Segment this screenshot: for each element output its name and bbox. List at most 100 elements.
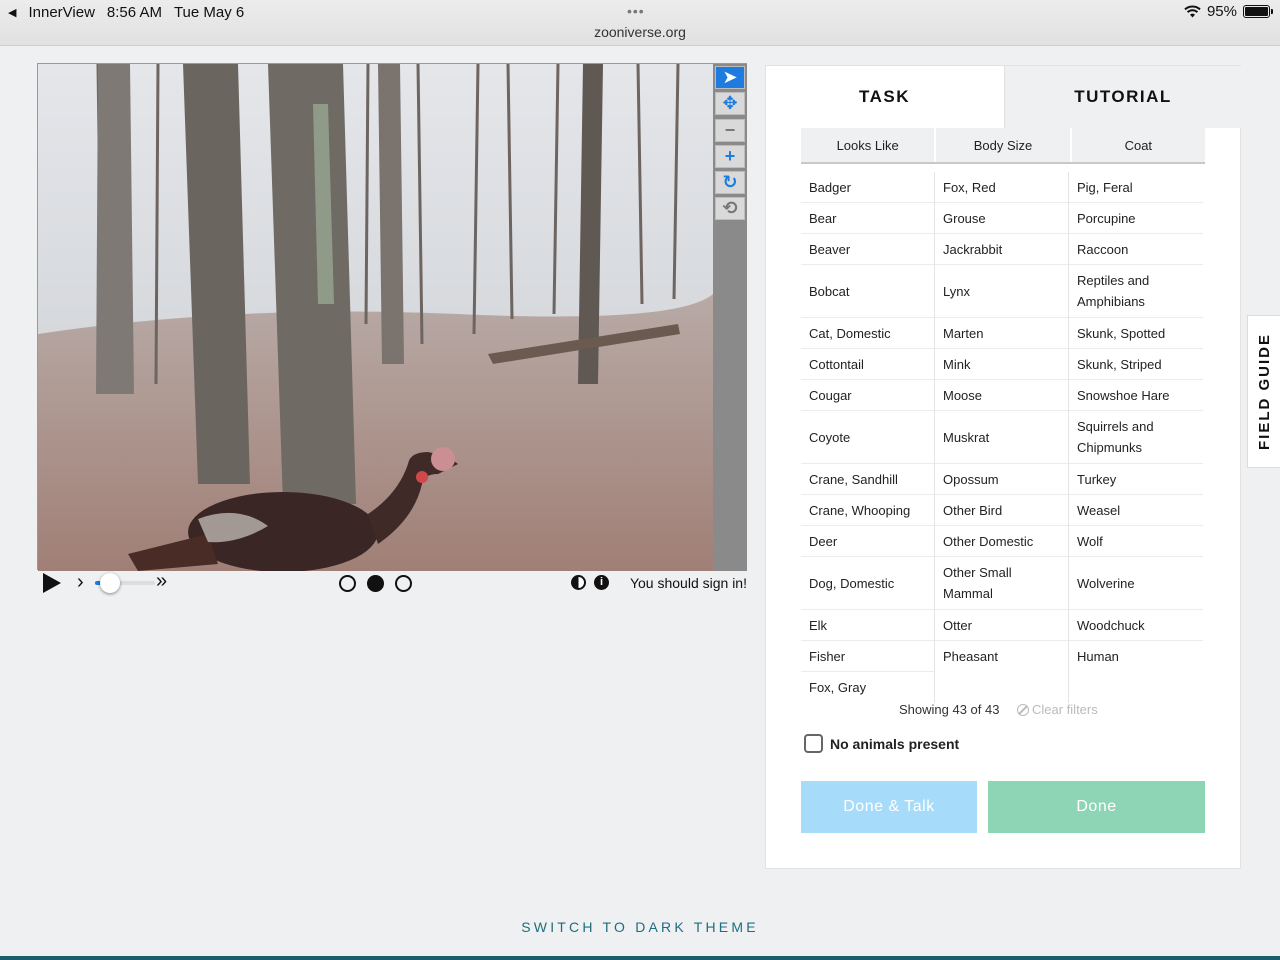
choice-item[interactable]: Fox, Gray: [801, 672, 934, 703]
image-toolbar: ➤ ✥ − + ↻ ⟲: [713, 64, 747, 571]
sign-in-message: You should sign in!: [629, 575, 747, 591]
choice-item[interactable]: Lynx: [935, 265, 1068, 318]
filter-bar: Looks Like Body Size Coat: [801, 128, 1205, 164]
choice-item[interactable]: Squirrels and Chipmunks: [1069, 411, 1203, 464]
status-left: ◀ InnerView 8:56 AM Tue May 6: [8, 4, 252, 21]
choice-item[interactable]: Wolverine: [1069, 557, 1203, 610]
choice-column-2: Fox, Red Grouse Jackrabbit Lynx Marten M…: [935, 172, 1069, 703]
choice-item[interactable]: Otter: [935, 610, 1068, 641]
chevron-right-icon[interactable]: ›: [77, 571, 84, 594]
filter-looks-like[interactable]: Looks Like: [801, 128, 935, 162]
status-right: 95%: [1184, 3, 1273, 20]
choice-grid: Badger Bear Beaver Bobcat Cat, Domestic …: [801, 172, 1203, 703]
choice-item[interactable]: Raccoon: [1069, 234, 1203, 265]
done-button[interactable]: Done: [988, 781, 1205, 833]
choice-item[interactable]: Other Bird: [935, 495, 1068, 526]
choice-item[interactable]: Opossum: [935, 464, 1068, 495]
field-guide-tab[interactable]: FIELD GUIDE: [1247, 315, 1280, 468]
choice-item[interactable]: Bobcat: [801, 265, 934, 318]
choice-item[interactable]: Porcupine: [1069, 203, 1203, 234]
showing-count: Showing 43 of 43: [899, 702, 1000, 717]
battery-icon: [1243, 5, 1273, 18]
choice-item[interactable]: Human: [1069, 641, 1203, 672]
choice-item[interactable]: Other Small Mammal: [935, 557, 1068, 610]
choice-item[interactable]: Cat, Domestic: [801, 318, 934, 349]
choice-item[interactable]: Cottontail: [801, 349, 934, 380]
no-animals-checkbox[interactable]: [804, 734, 823, 753]
camera-trap-photo: [38, 64, 713, 571]
back-arrow-icon[interactable]: ◀: [8, 6, 16, 19]
no-animals-label: No animals present: [830, 735, 960, 752]
tab-task[interactable]: TASK: [766, 66, 1003, 128]
choice-item[interactable]: Turkey: [1069, 464, 1203, 495]
choice-item[interactable]: Moose: [935, 380, 1068, 411]
choice-item[interactable]: Fisher: [801, 641, 934, 672]
task-tabs: TASK TUTORIAL: [766, 66, 1241, 128]
choice-item[interactable]: Skunk, Striped: [1069, 349, 1203, 380]
battery-percent: 95%: [1206, 3, 1237, 20]
frame-dot-1[interactable]: [339, 575, 356, 592]
speed-slider-thumb[interactable]: [100, 573, 120, 593]
date-label: Tue May 6: [173, 4, 245, 21]
choice-column-1: Badger Bear Beaver Bobcat Cat, Domestic …: [801, 172, 935, 703]
info-icon[interactable]: i: [594, 575, 609, 590]
choice-item[interactable]: Coyote: [801, 411, 934, 464]
move-icon[interactable]: ✥: [715, 92, 745, 115]
clear-filters-label: Clear filters: [1032, 702, 1098, 717]
frame-dot-3[interactable]: [395, 575, 412, 592]
footer-divider: [0, 956, 1280, 960]
choice-item[interactable]: Skunk, Spotted: [1069, 318, 1203, 349]
frame-controls: › » i You should sign in!: [37, 570, 747, 598]
choice-item[interactable]: Mink: [935, 349, 1068, 380]
zoom-in-icon[interactable]: +: [715, 145, 745, 168]
choice-item[interactable]: Jackrabbit: [935, 234, 1068, 265]
back-app-label[interactable]: InnerView: [28, 4, 94, 21]
clear-filters-button[interactable]: Clear filters: [1017, 702, 1098, 717]
subject-viewer: ➤ ✥ − + ↻ ⟲: [37, 63, 747, 571]
choice-item[interactable]: Badger: [801, 172, 934, 203]
choice-item[interactable]: Pheasant: [935, 641, 1068, 672]
choice-item[interactable]: Reptiles and Amphibians: [1069, 265, 1203, 318]
choice-item[interactable]: Fox, Red: [935, 172, 1068, 203]
reset-icon[interactable]: ⟲: [715, 197, 745, 220]
rotate-icon[interactable]: ↻: [715, 171, 745, 194]
choice-item[interactable]: Beaver: [801, 234, 934, 265]
choice-column-3: Pig, Feral Porcupine Raccoon Reptiles an…: [1069, 172, 1203, 703]
status-bar: ◀ InnerView 8:56 AM Tue May 6 ••• zooniv…: [0, 0, 1280, 46]
no-animals-option[interactable]: No animals present: [804, 734, 959, 753]
field-guide-label: FIELD GUIDE: [1255, 332, 1273, 451]
choice-item[interactable]: Bear: [801, 203, 934, 234]
done-and-talk-button[interactable]: Done & Talk: [801, 781, 977, 833]
frame-dot-2[interactable]: [367, 575, 384, 592]
filter-coat[interactable]: Coat: [1071, 128, 1205, 162]
tab-tutorial[interactable]: TUTORIAL: [1004, 66, 1241, 128]
pointer-icon[interactable]: ➤: [715, 66, 745, 89]
wifi-icon: [1184, 5, 1201, 18]
choice-item[interactable]: Wolf: [1069, 526, 1203, 557]
filter-body-size[interactable]: Body Size: [936, 128, 1070, 162]
invert-colors-icon[interactable]: [571, 575, 586, 590]
play-icon[interactable]: [43, 573, 61, 593]
choice-item[interactable]: Elk: [801, 610, 934, 641]
choice-item[interactable]: Crane, Sandhill: [801, 464, 934, 495]
choice-item[interactable]: Marten: [935, 318, 1068, 349]
choice-item[interactable]: Snowshoe Hare: [1069, 380, 1203, 411]
url-label[interactable]: zooniverse.org: [0, 24, 1280, 40]
choice-item[interactable]: Cougar: [801, 380, 934, 411]
task-panel: TASK TUTORIAL Looks Like Body Size Coat …: [765, 65, 1241, 869]
choice-item[interactable]: Grouse: [935, 203, 1068, 234]
choice-item[interactable]: Pig, Feral: [1069, 172, 1203, 203]
time-label: 8:56 AM: [106, 4, 162, 21]
zoom-out-icon[interactable]: −: [715, 119, 745, 142]
multitask-dots-icon[interactable]: •••: [627, 3, 645, 19]
choice-item[interactable]: Woodchuck: [1069, 610, 1203, 641]
double-chevron-right-icon[interactable]: »: [156, 570, 167, 593]
choice-item[interactable]: Muskrat: [935, 411, 1068, 464]
choice-item[interactable]: Crane, Whooping: [801, 495, 934, 526]
switch-dark-theme-button[interactable]: SWITCH TO DARK THEME: [0, 919, 1280, 935]
choice-item[interactable]: Weasel: [1069, 495, 1203, 526]
choice-item[interactable]: Other Domestic: [935, 526, 1068, 557]
choice-item[interactable]: Dog, Domestic: [801, 557, 934, 610]
subject-image[interactable]: [38, 64, 713, 571]
choice-item[interactable]: Deer: [801, 526, 934, 557]
